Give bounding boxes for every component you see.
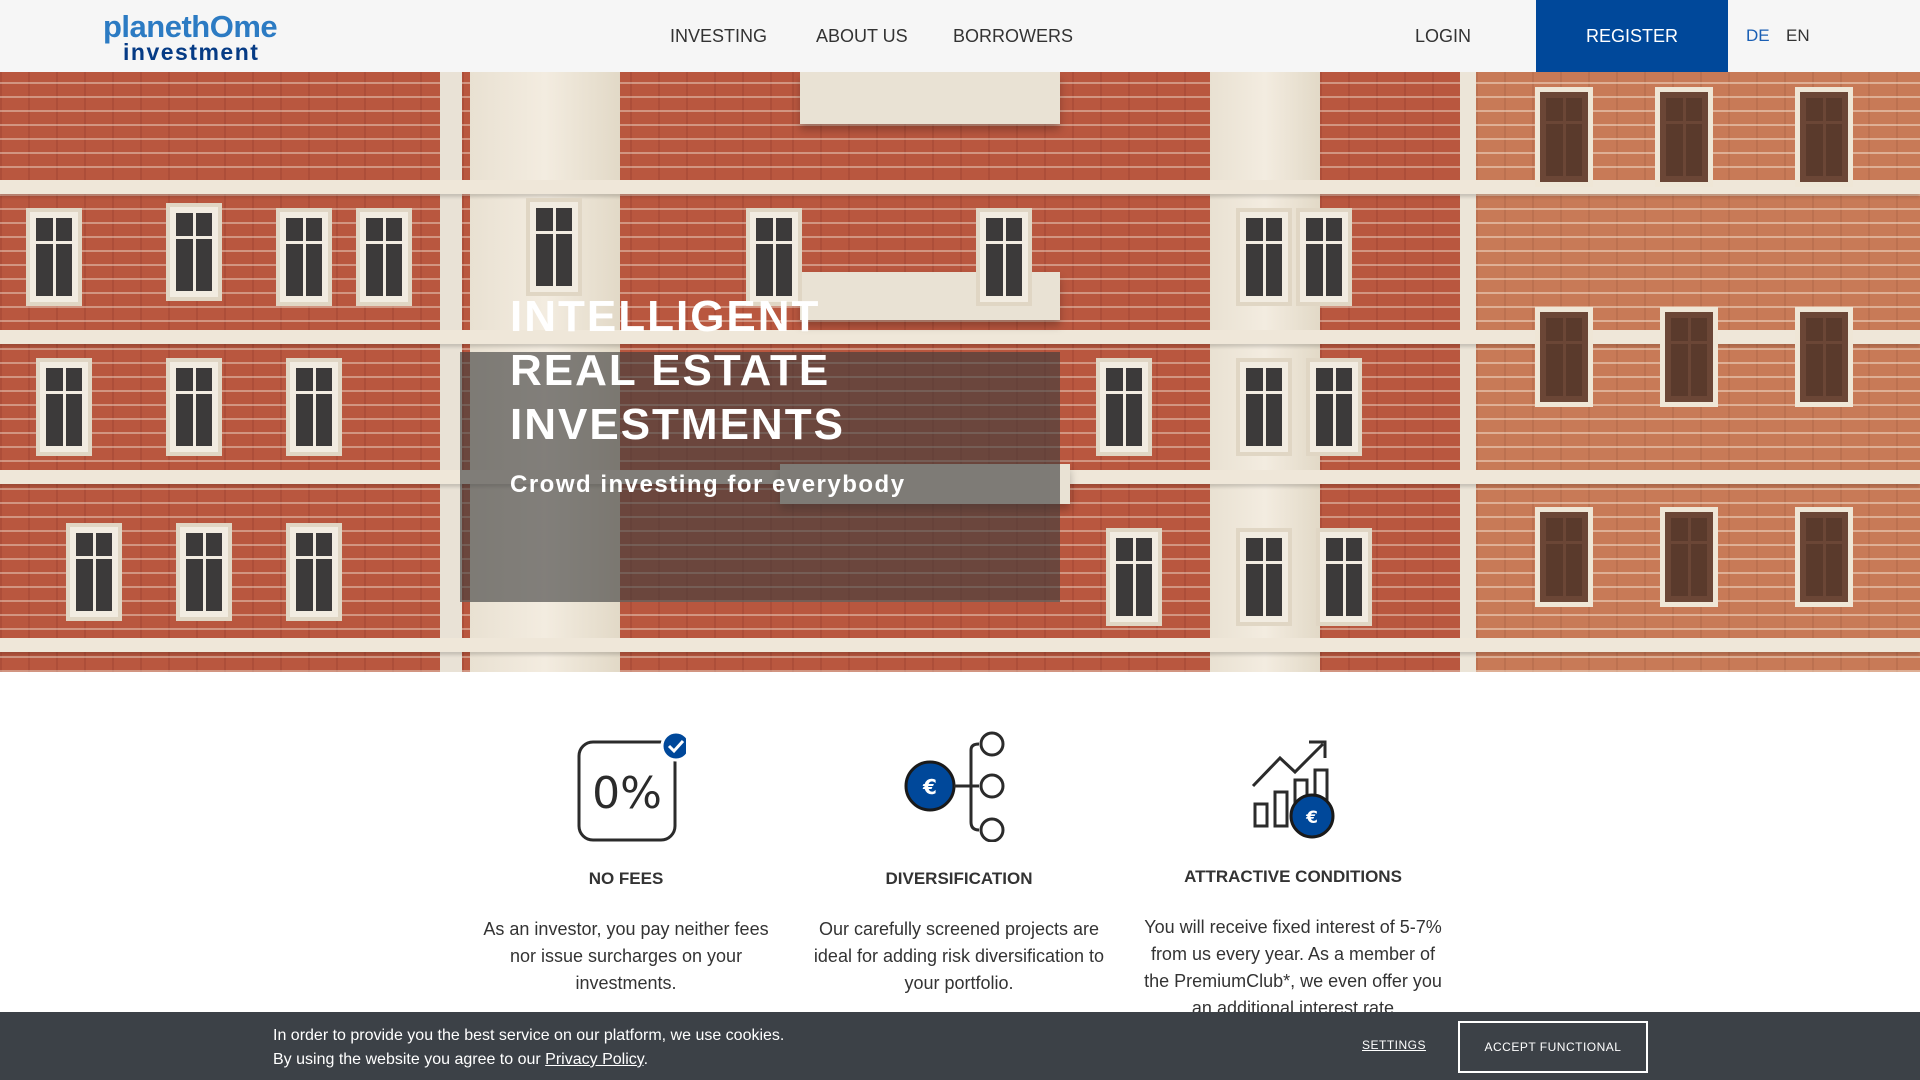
privacy-policy-link[interactable]: Privacy Policy — [545, 1051, 643, 1068]
cookie-settings-link[interactable]: SETTINGS — [1362, 1038, 1426, 1052]
nav-investing[interactable]: INVESTING — [670, 25, 767, 47]
cookie-consent-bar: In order to provide you the best service… — [0, 1012, 1920, 1080]
language-de[interactable]: DE — [1746, 25, 1770, 47]
svg-text:€: € — [1305, 808, 1318, 828]
hero-subtitle: Crowd investing for everybody — [510, 471, 906, 498]
language-en[interactable]: EN — [1786, 25, 1810, 47]
zero-percent-icon: 0% — [566, 730, 692, 842]
site-header: planethOme investment INVESTING ABOUT US… — [0, 0, 1920, 72]
feature-text: You will receive fixed interest of 5-7% … — [1144, 917, 1442, 1018]
cookie-message-line2: By using the website you agree to our Pr… — [273, 1048, 784, 1072]
hero-title: INTELLIGENT REAL ESTATE INVESTMENTS — [510, 292, 845, 449]
nav-borrowers[interactable]: BORROWERS — [953, 25, 1073, 47]
feature-text: Our carefully screened projects are idea… — [813, 919, 1105, 993]
planethome-logo[interactable]: planethOme investment — [103, 10, 283, 65]
cookie-message: In order to provide you the best service… — [273, 1024, 784, 1072]
svg-text:0%: 0% — [592, 768, 662, 819]
feature-text: As an investor, you pay neither fees nor… — [483, 919, 769, 993]
cookie-agree-text: By using the website you agree to our — [273, 1051, 546, 1068]
cookie-message-line1: In order to provide you the best service… — [273, 1027, 785, 1044]
diversification-icon: € — [899, 730, 1019, 843]
logo-subtitle: investment — [123, 39, 260, 65]
feature-title: DIVERSIFICATION — [885, 869, 1033, 888]
svg-text:€: € — [922, 775, 937, 799]
growth-chart-icon: € — [1233, 730, 1353, 842]
hero-banner — [0, 72, 1920, 672]
feature-title: ATTRACTIVE CONDITIONS — [1184, 867, 1402, 886]
accept-functional-button[interactable]: ACCEPT FUNCTIONAL — [1458, 1021, 1648, 1073]
nav-about-us[interactable]: ABOUT US — [816, 25, 908, 47]
login-link[interactable]: LOGIN — [1415, 25, 1471, 47]
cookie-period: . — [643, 1051, 649, 1068]
feature-title: NO FEES — [588, 869, 664, 888]
register-button[interactable]: REGISTER — [1536, 0, 1728, 72]
